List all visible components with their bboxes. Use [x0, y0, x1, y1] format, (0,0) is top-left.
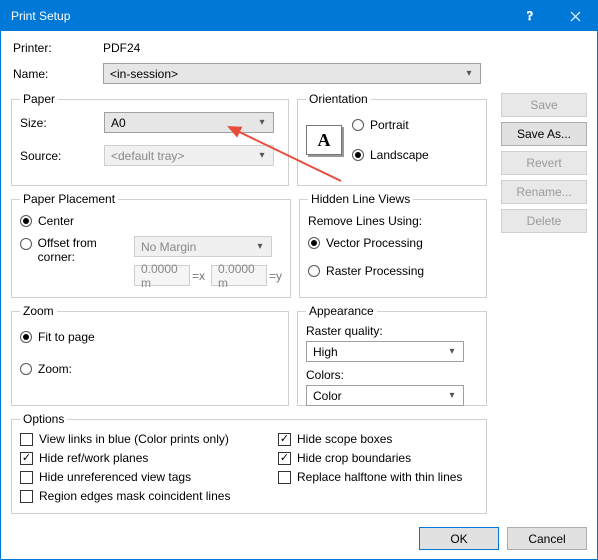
- center-radio[interactable]: Center: [20, 214, 282, 228]
- side-buttons: Save Save As... Revert Rename... Delete: [501, 93, 587, 233]
- rename-button[interactable]: Rename...: [501, 180, 587, 204]
- chevron-down-icon: ▾: [445, 346, 459, 357]
- save-button[interactable]: Save: [501, 93, 587, 117]
- chevron-down-icon: ▾: [255, 117, 269, 128]
- source-label: Source:: [20, 149, 104, 163]
- name-label: Name:: [13, 67, 103, 81]
- vector-radio[interactable]: Vector Processing: [308, 236, 478, 250]
- y-suffix: =y: [269, 269, 282, 283]
- window-controls: ?: [509, 1, 597, 31]
- chevron-down-icon: ▾: [253, 241, 267, 252]
- name-row: Name: <in-session> ▾: [13, 63, 587, 84]
- raster-quality-select[interactable]: High ▾: [306, 341, 464, 362]
- options-group: Options View links in blue (Color prints…: [11, 412, 487, 514]
- orientation-icon: A: [306, 125, 342, 155]
- margin-value: No Margin: [141, 240, 196, 254]
- zoom-radio[interactable]: Zoom:: [20, 362, 280, 376]
- bottom-buttons: OK Cancel: [419, 527, 587, 550]
- x-suffix: =x: [192, 269, 205, 283]
- raster-quality-label: Raster quality:: [306, 324, 478, 338]
- landscape-radio[interactable]: Landscape: [352, 148, 429, 162]
- save-as-button[interactable]: Save As...: [501, 122, 587, 146]
- printer-label: Printer:: [13, 41, 103, 55]
- hide-crop-check[interactable]: Hide crop boundaries: [278, 451, 478, 465]
- fit-radio[interactable]: Fit to page: [20, 330, 280, 344]
- margin-select: No Margin ▾: [134, 236, 272, 257]
- print-setup-dialog: Print Setup ? Printer: PDF24 Name: <in-s…: [0, 0, 598, 560]
- view-links-check[interactable]: View links in blue (Color prints only): [20, 432, 278, 446]
- zoom-legend: Zoom: [20, 304, 57, 318]
- paper-group: Paper Size: A0 ▾ Source: <default tray> …: [11, 92, 289, 186]
- orientation-group: Orientation A Portrait Landscape: [297, 92, 487, 186]
- region-edges-check[interactable]: Region edges mask coincident lines: [20, 489, 278, 503]
- svg-text:?: ?: [527, 9, 533, 23]
- printer-row: Printer: PDF24: [13, 41, 587, 55]
- colors-label: Colors:: [306, 368, 478, 382]
- chevron-down-icon: ▾: [255, 150, 269, 161]
- appearance-legend: Appearance: [306, 304, 377, 318]
- source-value: <default tray>: [111, 149, 184, 163]
- zoom-group: Zoom Fit to page Zoom:: [11, 304, 289, 406]
- cancel-button[interactable]: Cancel: [507, 527, 587, 550]
- size-select[interactable]: A0 ▾: [104, 112, 274, 133]
- size-value: A0: [111, 116, 126, 130]
- help-button[interactable]: ?: [509, 1, 553, 31]
- close-button[interactable]: [553, 1, 597, 31]
- options-legend: Options: [20, 412, 67, 426]
- window-title: Print Setup: [11, 9, 509, 23]
- revert-button[interactable]: Revert: [501, 151, 587, 175]
- colors-select[interactable]: Color ▾: [306, 385, 464, 406]
- hide-scope-check[interactable]: Hide scope boxes: [278, 432, 478, 446]
- replace-halftone-check[interactable]: Replace halftone with thin lines: [278, 470, 478, 484]
- ok-button[interactable]: OK: [419, 527, 499, 550]
- chevron-down-icon: ▾: [445, 390, 459, 401]
- placement-group: Paper Placement Center Offset from corne…: [11, 192, 291, 298]
- portrait-radio[interactable]: Portrait: [352, 118, 429, 132]
- size-label: Size:: [20, 116, 104, 130]
- hidden-legend: Hidden Line Views: [308, 192, 413, 206]
- chevron-down-icon: ▾: [462, 68, 476, 79]
- name-value: <in-session>: [110, 67, 178, 81]
- offset-x-input: 0.0000 m: [134, 265, 190, 286]
- paper-legend: Paper: [20, 92, 58, 106]
- orientation-legend: Orientation: [306, 92, 371, 106]
- placement-legend: Paper Placement: [20, 192, 118, 206]
- hide-ref-check[interactable]: Hide ref/work planes: [20, 451, 278, 465]
- offset-radio[interactable]: Offset from corner:: [20, 236, 134, 264]
- source-select: <default tray> ▾: [104, 145, 274, 166]
- raster-radio[interactable]: Raster Processing: [308, 264, 478, 278]
- titlebar: Print Setup ?: [1, 1, 597, 31]
- appearance-group: Appearance Raster quality: High ▾ Colors…: [297, 304, 487, 406]
- printer-value: PDF24: [103, 41, 140, 55]
- offset-y-input: 0.0000 m: [211, 265, 267, 286]
- hide-unref-check[interactable]: Hide unreferenced view tags: [20, 470, 278, 484]
- hidden-group: Hidden Line Views Remove Lines Using: Ve…: [299, 192, 487, 298]
- delete-button[interactable]: Delete: [501, 209, 587, 233]
- hidden-sub: Remove Lines Using:: [308, 214, 478, 228]
- name-select[interactable]: <in-session> ▾: [103, 63, 481, 84]
